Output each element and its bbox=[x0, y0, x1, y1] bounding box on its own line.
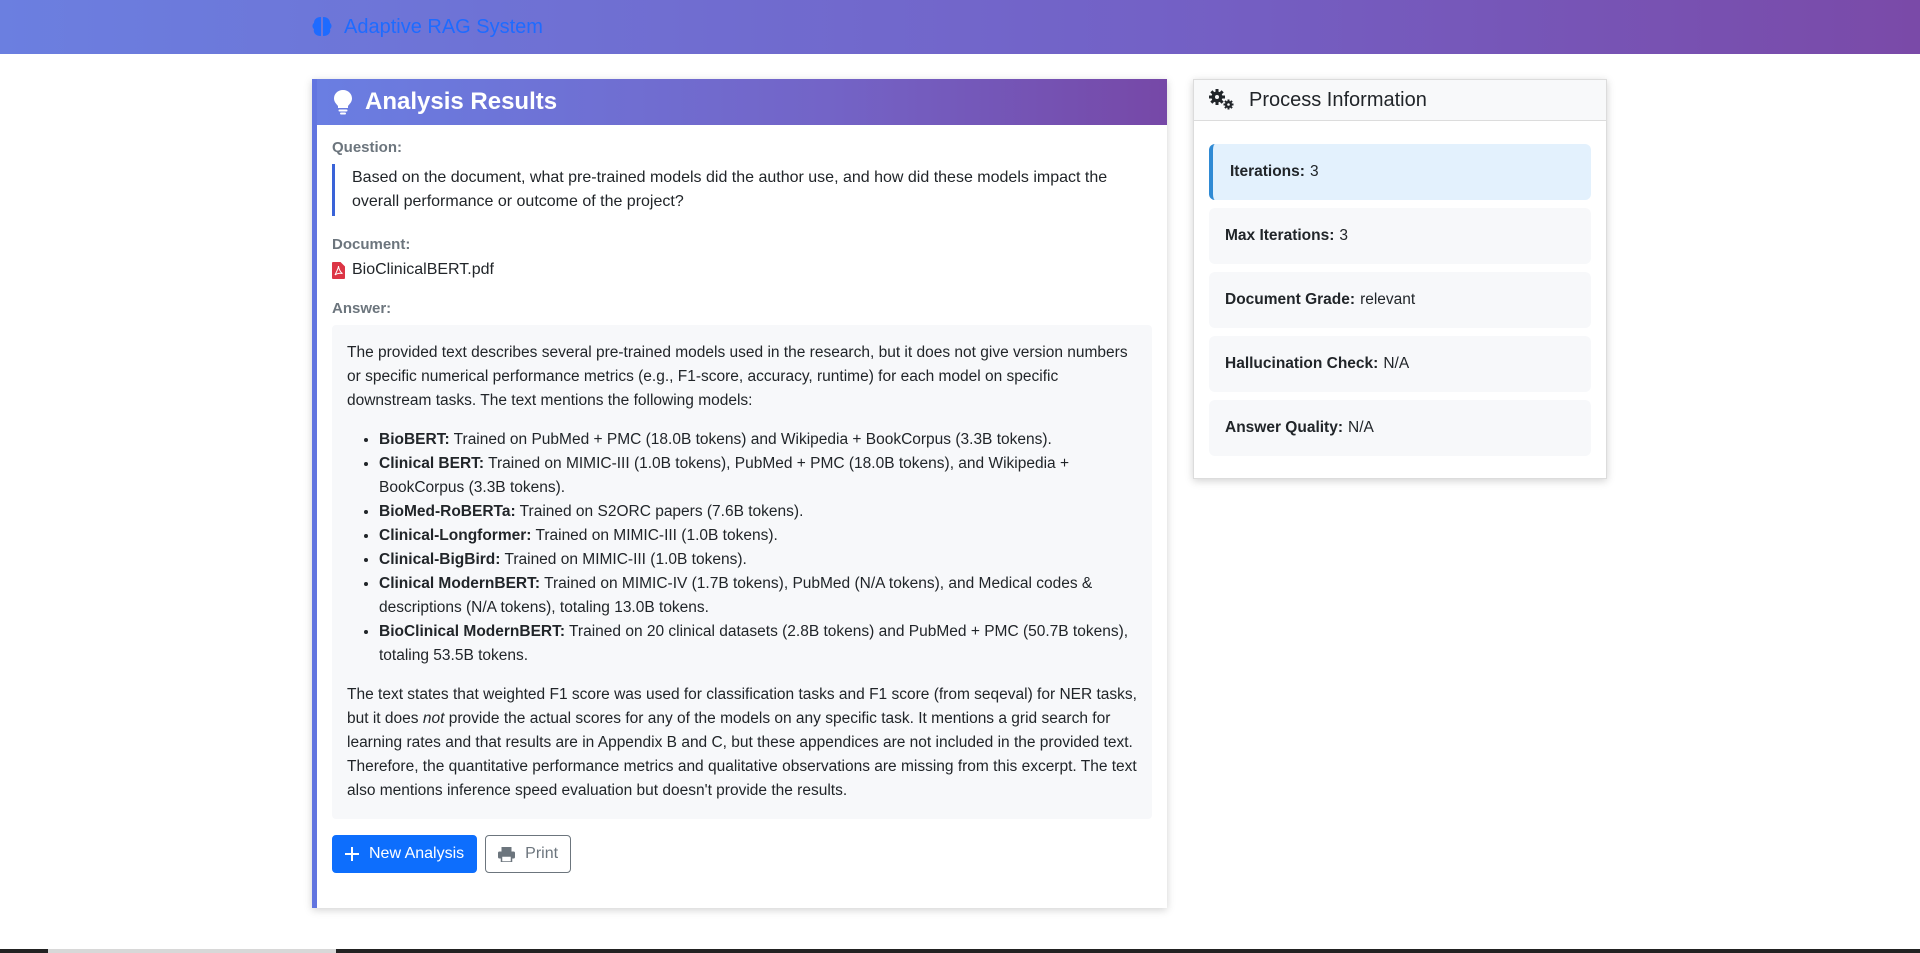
process-information-card: Process Information Iterations: 3 Max Ite… bbox=[1193, 79, 1607, 479]
top-navbar: Adaptive RAG System bbox=[0, 0, 1920, 54]
answer-outro-emphasis: not bbox=[422, 710, 445, 727]
print-button[interactable]: Print bbox=[485, 835, 572, 873]
answer-box: The provided text describes several pre-… bbox=[332, 325, 1152, 819]
gears-icon bbox=[1209, 89, 1234, 110]
question-text: Based on the document, what pre-trained … bbox=[332, 164, 1152, 216]
new-analysis-button[interactable]: New Analysis bbox=[332, 835, 478, 873]
brain-icon bbox=[312, 17, 332, 36]
analysis-results-header: Analysis Results bbox=[317, 79, 1167, 125]
list-item: BioClinical ModernBERT: Trained on 20 cl… bbox=[379, 620, 1137, 668]
model-name: Clinical-Longformer: bbox=[379, 527, 532, 544]
process-info-list: Iterations: 3 Max Iterations: 3 Document G… bbox=[1194, 121, 1606, 456]
bottom-scrollbar[interactable] bbox=[0, 949, 1920, 953]
iterations-item: Iterations: 3 bbox=[1209, 144, 1591, 200]
answer-label: Answer: bbox=[332, 300, 392, 317]
model-name: BioBERT: bbox=[379, 431, 450, 448]
model-name: Clinical-BigBird: bbox=[379, 551, 501, 568]
analysis-results-card: Analysis Results Question: Based on the … bbox=[312, 79, 1167, 908]
print-label: Print bbox=[525, 845, 559, 862]
model-list: BioBERT: Trained on PubMed + PMC (18.0B … bbox=[347, 428, 1137, 668]
info-value: 3 bbox=[1339, 227, 1349, 244]
lightbulb-icon bbox=[334, 90, 352, 115]
model-desc: Trained on MIMIC-III (1.0B tokens). bbox=[531, 527, 778, 544]
info-value: N/A bbox=[1348, 419, 1374, 436]
info-label: Hallucination Check: bbox=[1225, 355, 1379, 372]
printer-icon bbox=[498, 846, 516, 862]
hallucination-check-item: Hallucination Check: N/A bbox=[1209, 336, 1591, 392]
info-label: Iterations: bbox=[1230, 163, 1305, 180]
document-grade-item: Document Grade: relevant bbox=[1209, 272, 1591, 328]
info-value: 3 bbox=[1309, 163, 1319, 180]
plus-icon bbox=[345, 847, 359, 861]
info-label: Max Iterations: bbox=[1225, 227, 1335, 244]
answer-intro: The provided text describes several pre-… bbox=[347, 344, 1128, 409]
answer-outro: The text states that weighted F1 score w… bbox=[347, 683, 1137, 803]
document-item: BioClinicalBERT.pdf bbox=[332, 261, 1152, 279]
list-item: Clinical-BigBird: Trained on MIMIC-III (… bbox=[379, 548, 1137, 572]
model-desc: Trained on PubMed + PMC (18.0B tokens) a… bbox=[449, 431, 1052, 448]
model-desc: Trained on MIMIC-III (1.0B tokens). bbox=[500, 551, 747, 568]
scrollbar-thumb[interactable] bbox=[48, 949, 336, 953]
list-item: BioBERT: Trained on PubMed + PMC (18.0B … bbox=[379, 428, 1137, 452]
new-analysis-label: New Analysis bbox=[369, 845, 465, 862]
answer-quality-item: Answer Quality: N/A bbox=[1209, 400, 1591, 456]
info-value: N/A bbox=[1383, 355, 1410, 372]
pdf-file-icon bbox=[332, 261, 345, 279]
list-item: Clinical BERT: Trained on MIMIC-III (1.0… bbox=[379, 452, 1137, 500]
action-buttons: New Analysis Print bbox=[332, 835, 1152, 873]
model-name: BioClinical ModernBERT: bbox=[379, 623, 566, 640]
info-label: Answer Quality: bbox=[1225, 419, 1343, 436]
brand-link[interactable]: Adaptive RAG System bbox=[312, 14, 543, 40]
analysis-results-title: Analysis Results bbox=[365, 88, 558, 115]
answer-outro-post: provide the actual scores for any of the… bbox=[347, 710, 1137, 799]
document-label: Document: bbox=[332, 236, 411, 253]
process-information-header: Process Information bbox=[1194, 80, 1606, 121]
brand-name: Adaptive RAG System bbox=[344, 15, 543, 38]
document-name: BioClinicalBERT.pdf bbox=[352, 261, 494, 278]
info-label: Document Grade: bbox=[1225, 291, 1356, 308]
list-item: Clinical-Longformer: Trained on MIMIC-II… bbox=[379, 524, 1137, 548]
process-information-title: Process Information bbox=[1249, 88, 1427, 111]
max-iterations-item: Max Iterations: 3 bbox=[1209, 208, 1591, 264]
model-name: Clinical ModernBERT: bbox=[379, 575, 541, 592]
list-item: Clinical ModernBERT: Trained on MIMIC-IV… bbox=[379, 572, 1137, 620]
model-name: Clinical BERT: bbox=[379, 455, 485, 472]
info-value: relevant bbox=[1360, 291, 1416, 308]
question-label: Question: bbox=[332, 139, 402, 156]
model-name: BioMed-RoBERTa: bbox=[379, 503, 516, 520]
list-item: BioMed-RoBERTa: Trained on S2ORC papers … bbox=[379, 500, 1137, 524]
model-desc: Trained on S2ORC papers (7.6B tokens). bbox=[515, 503, 804, 520]
